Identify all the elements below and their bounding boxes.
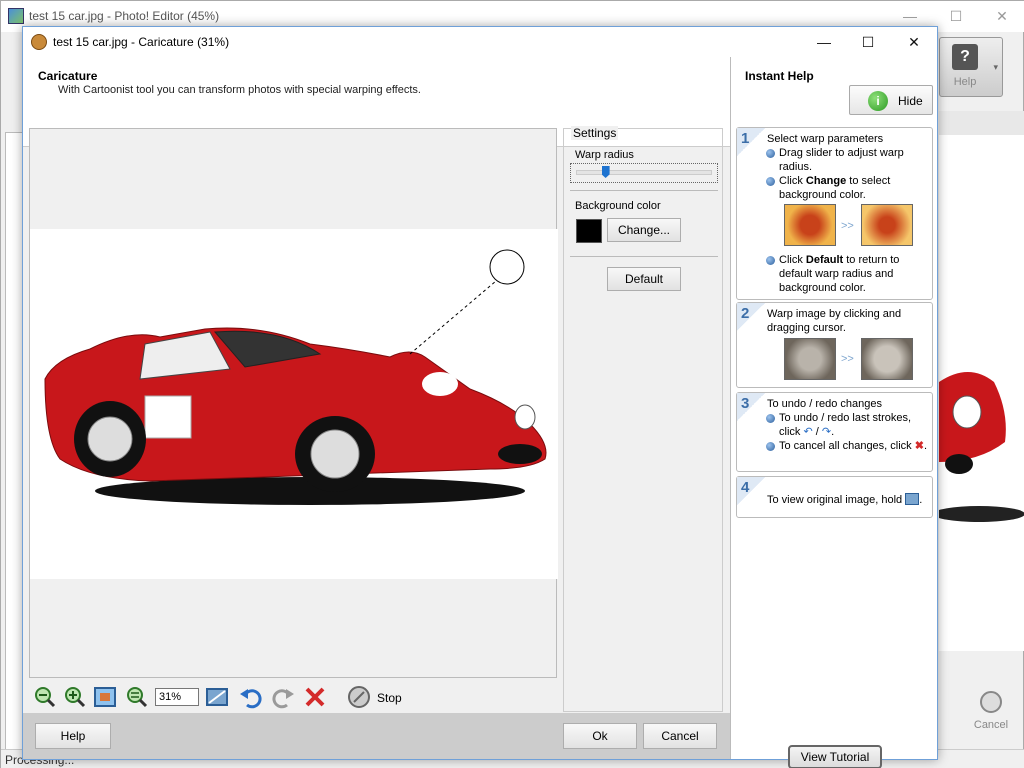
cat-example-after bbox=[861, 338, 913, 380]
step-heading: Select warp parameters bbox=[767, 133, 884, 145]
image-area[interactable] bbox=[30, 229, 558, 579]
caricature-dialog: test 15 car.jpg - Caricature (31%) — ☐ ✕… bbox=[22, 26, 938, 768]
slider-thumb[interactable] bbox=[601, 166, 610, 178]
background-color-swatch bbox=[576, 219, 602, 243]
help-icon: ? bbox=[952, 44, 978, 70]
step-heading: Warp image by clicking and dragging curs… bbox=[767, 308, 902, 334]
dialog-button-bar: Help Ok Cancel bbox=[23, 713, 730, 759]
main-help-label: Help bbox=[953, 76, 977, 88]
dialog-maximize-icon[interactable]: ☐ bbox=[845, 31, 891, 53]
help-step-3: 3 To undo / redo changes To undo / redo … bbox=[736, 392, 933, 472]
step-bullet: To cancel all changes, click ✖. bbox=[779, 440, 928, 452]
warp-example-after bbox=[861, 204, 913, 246]
settings-title: Settings bbox=[571, 126, 619, 140]
bullet-icon bbox=[766, 177, 775, 186]
cancel-button[interactable]: Cancel bbox=[643, 723, 717, 749]
redo-small-icon: ↷ bbox=[821, 426, 832, 438]
help-step-4: 4 To view original image, hold . bbox=[736, 476, 933, 518]
step-number: 1 bbox=[741, 130, 750, 147]
bullet-icon bbox=[766, 442, 775, 451]
undo-small-icon: ↶ bbox=[803, 426, 813, 438]
maximize-icon[interactable]: ☐ bbox=[933, 5, 979, 27]
warp-example-before bbox=[784, 204, 836, 246]
header-title: Caricature bbox=[38, 69, 98, 83]
step-heading: To view original image, hold . bbox=[767, 493, 923, 506]
step-number: 4 bbox=[741, 479, 750, 496]
bullet-icon bbox=[766, 149, 775, 158]
main-window-title: test 15 car.jpg - Photo! Editor (45%) bbox=[29, 9, 220, 23]
help-step-1: 1 Select warp parameters Drag slider to … bbox=[736, 127, 933, 300]
zoom-in-icon[interactable] bbox=[63, 685, 87, 709]
instant-help-title: Instant Help bbox=[745, 69, 814, 83]
info-icon: i bbox=[868, 91, 888, 111]
app-icon bbox=[8, 8, 24, 24]
zoom-out-icon[interactable] bbox=[33, 685, 57, 709]
car-photo bbox=[44, 249, 547, 505]
warp-radius-label: Warp radius bbox=[575, 149, 634, 161]
view-original-small-icon bbox=[905, 493, 920, 505]
main-preview-header bbox=[939, 111, 1024, 135]
header-description: With Cartoonist tool you can transform p… bbox=[58, 84, 421, 96]
divider bbox=[570, 190, 718, 191]
arrow-icon: >> bbox=[841, 353, 854, 365]
bullet-icon bbox=[766, 256, 775, 265]
dialog-close-icon[interactable]: ✕ bbox=[891, 31, 937, 53]
arrow-icon: >> bbox=[841, 220, 854, 232]
step-bullet: Click Change to select background color. bbox=[779, 175, 891, 201]
undo-icon[interactable] bbox=[239, 685, 263, 709]
change-color-button[interactable]: Change... bbox=[607, 218, 681, 242]
hide-label: Hide bbox=[898, 94, 923, 108]
close-icon[interactable]: ✕ bbox=[979, 5, 1024, 27]
warp-radius-slider[interactable] bbox=[570, 163, 718, 183]
cancel-all-icon[interactable] bbox=[303, 685, 327, 709]
view-original-icon[interactable] bbox=[205, 685, 229, 709]
main-cancel-button[interactable]: Cancel bbox=[961, 691, 1021, 741]
car-preview-fragment bbox=[933, 372, 1024, 522]
main-help-button[interactable]: ? Help ▾ bbox=[939, 37, 1003, 97]
view-tutorial-button[interactable]: View Tutorial bbox=[788, 745, 882, 768]
default-button[interactable]: Default bbox=[607, 267, 681, 291]
stop-icon[interactable] bbox=[347, 685, 371, 709]
step-number: 2 bbox=[741, 305, 750, 322]
step-bullet: Drag slider to adjust warp radius. bbox=[779, 147, 904, 173]
ok-button[interactable]: Ok bbox=[563, 723, 637, 749]
step-number: 3 bbox=[741, 395, 750, 412]
help-button[interactable]: Help bbox=[35, 723, 111, 749]
instant-help-panel: Instant Help i Hide 1 Select warp parame… bbox=[730, 57, 937, 768]
redo-icon[interactable] bbox=[271, 685, 295, 709]
image-canvas[interactable] bbox=[29, 128, 558, 678]
divider bbox=[570, 256, 718, 257]
bullet-icon bbox=[766, 414, 775, 423]
dialog-title: test 15 car.jpg - Caricature (31%) bbox=[53, 35, 230, 49]
settings-panel: Settings Warp radius Background color Ch… bbox=[563, 126, 723, 712]
main-preview-panel bbox=[933, 111, 1024, 651]
dialog-titlebar: test 15 car.jpg - Caricature (31%) — ☐ ✕ bbox=[23, 27, 937, 57]
cat-example-before bbox=[784, 338, 836, 380]
chevron-down-icon: ▾ bbox=[993, 62, 998, 72]
dialog-minimize-icon[interactable]: — bbox=[801, 31, 847, 53]
cancel-icon bbox=[980, 691, 1002, 713]
minimize-icon[interactable]: — bbox=[887, 5, 933, 27]
cartoonist-icon bbox=[31, 34, 47, 50]
main-cancel-label: Cancel bbox=[973, 719, 1009, 731]
step-bullet: Click Default to return to default warp … bbox=[779, 254, 900, 294]
stop-label[interactable]: Stop bbox=[377, 691, 402, 705]
help-step-2: 2 Warp image by clicking and dragging cu… bbox=[736, 302, 933, 388]
slider-groove bbox=[576, 170, 712, 175]
step-bullet: To undo / redo last strokes, click ↶ / ↷… bbox=[779, 412, 912, 438]
canvas-toolbar: 31% Stop bbox=[29, 682, 557, 712]
cancel-small-icon: ✖ bbox=[914, 440, 924, 452]
fit-to-window-icon[interactable] bbox=[93, 685, 117, 709]
background-color-label: Background color bbox=[575, 200, 661, 212]
actual-size-icon[interactable] bbox=[125, 685, 149, 709]
step-heading: To undo / redo changes bbox=[767, 398, 882, 410]
zoom-input[interactable]: 31% bbox=[155, 688, 199, 706]
hide-help-button[interactable]: i Hide bbox=[849, 85, 933, 115]
